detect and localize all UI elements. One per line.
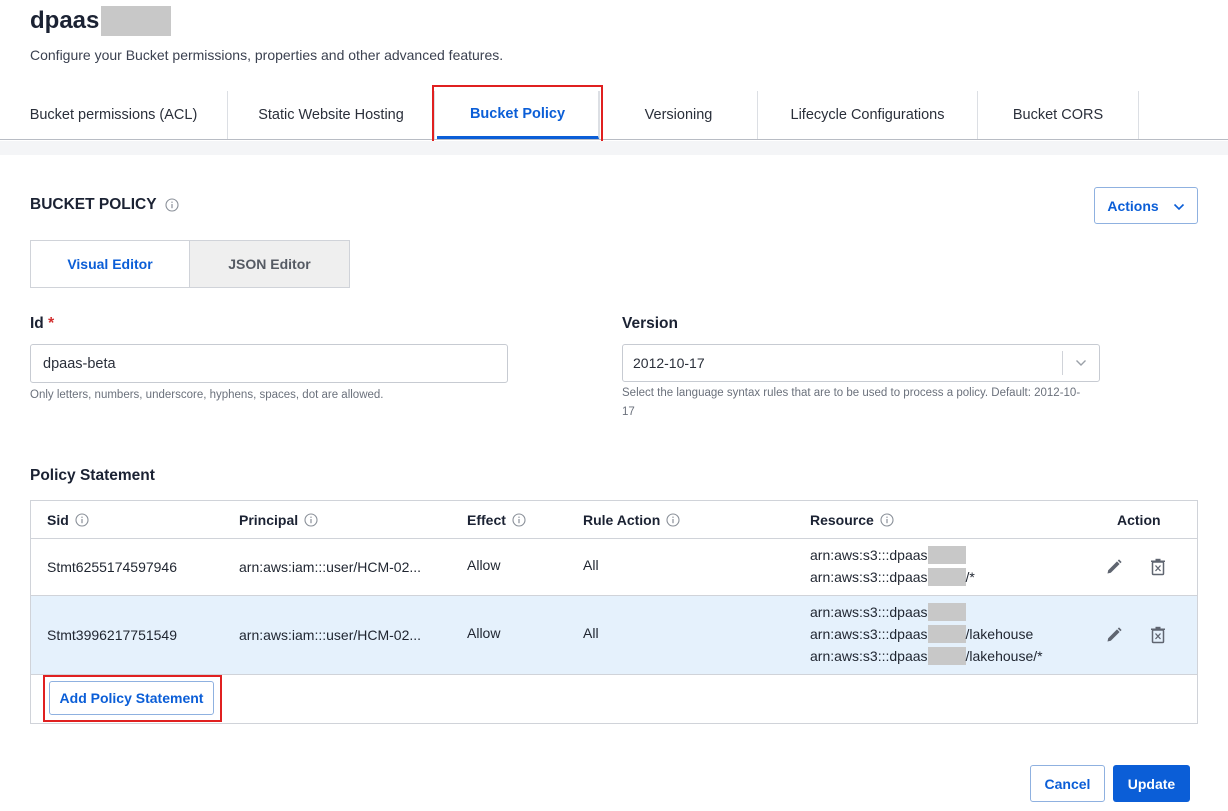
- redacted-text: [927, 568, 966, 586]
- chevron-down-icon: [1063, 359, 1099, 367]
- col-header-rule-action: Rule Action: [583, 501, 680, 539]
- header-text: Resource: [810, 512, 874, 528]
- table-row[interactable]: Stmt6255174597946 arn:aws:iam:::user/HCM…: [31, 539, 1197, 596]
- tab-bucket-cors[interactable]: Bucket CORS: [978, 91, 1139, 139]
- version-help-line: Select the language syntax rules that ar…: [622, 387, 1081, 399]
- header-text: Principal: [239, 512, 299, 528]
- bucket-name: dpaas: [30, 7, 100, 34]
- resource-line: arn:aws:s3:::dpaas: [810, 544, 975, 566]
- resource-suffix: /lakehouse: [965, 626, 1034, 642]
- resource-prefix: arn:aws:s3:::dpaas: [810, 626, 928, 642]
- tab-static-website-hosting[interactable]: Static Website Hosting: [228, 91, 435, 139]
- visual-editor-button[interactable]: Visual Editor: [30, 240, 190, 288]
- cell-effect: Allow: [467, 557, 501, 573]
- actions-dropdown-button[interactable]: Actions: [1094, 187, 1198, 224]
- id-help-text: Only letters, numbers, underscore, hyphe…: [30, 389, 384, 401]
- cell-principal: arn:aws:iam:::user/HCM-02...: [239, 559, 422, 575]
- tab-versioning[interactable]: Versioning: [599, 91, 758, 139]
- version-selected-value: 2012-10-17: [633, 355, 705, 371]
- id-input[interactable]: [30, 344, 508, 383]
- delete-trash-icon[interactable]: [1148, 557, 1168, 577]
- version-select[interactable]: 2012-10-17: [622, 344, 1100, 382]
- resource-line: arn:aws:s3:::dpaas/lakehouse: [810, 623, 1043, 645]
- edit-pencil-icon[interactable]: [1104, 557, 1124, 577]
- cell-rule-action: All: [583, 625, 599, 641]
- chevron-down-icon: [1173, 198, 1185, 214]
- redacted-text: [927, 546, 966, 564]
- col-header-resource: Resource: [810, 501, 894, 539]
- id-field-label: Id *: [30, 315, 54, 333]
- header-text: Sid: [47, 512, 69, 528]
- policy-statement-table: Sid Principal Effect Rule Action Resourc…: [30, 500, 1198, 724]
- tab-label: Bucket CORS: [1012, 107, 1104, 123]
- cell-sid: Stmt6255174597946: [47, 559, 177, 575]
- col-header-effect: Effect: [467, 501, 526, 539]
- edit-pencil-icon[interactable]: [1104, 625, 1124, 645]
- tab-lifecycle-configurations[interactable]: Lifecycle Configurations: [758, 91, 978, 139]
- cell-resource: arn:aws:s3:::dpaas arn:aws:s3:::dpaas/la…: [810, 601, 1043, 667]
- resource-suffix: /lakehouse/*: [965, 648, 1043, 664]
- info-icon[interactable]: [880, 513, 894, 527]
- info-icon[interactable]: [165, 198, 179, 212]
- cell-principal: arn:aws:iam:::user/HCM-02...: [239, 627, 422, 643]
- cancel-button[interactable]: Cancel: [1030, 765, 1105, 802]
- redacted-text: [927, 625, 966, 643]
- info-icon[interactable]: [304, 513, 318, 527]
- add-policy-statement-button[interactable]: Add Policy Statement: [49, 681, 214, 715]
- required-mark: *: [48, 315, 55, 332]
- info-icon[interactable]: [75, 513, 89, 527]
- resource-prefix: arn:aws:s3:::dpaas: [810, 547, 928, 563]
- resource-suffix: /*: [965, 569, 975, 585]
- tab-label: Lifecycle Configurations: [790, 107, 945, 123]
- section-title: BUCKET POLICY: [30, 196, 179, 214]
- col-header-sid: Sid: [47, 501, 89, 539]
- editor-mode-toggle: Visual Editor JSON Editor: [30, 240, 350, 288]
- version-field-label: Version: [622, 315, 678, 332]
- tab-bucket-policy[interactable]: Bucket Policy: [437, 91, 599, 139]
- info-icon[interactable]: [512, 513, 526, 527]
- section-title-text: BUCKET POLICY: [30, 196, 157, 213]
- redacted-bucket-suffix: [101, 6, 172, 36]
- table-row[interactable]: Stmt3996217751549 arn:aws:iam:::user/HCM…: [31, 596, 1197, 675]
- page-title: dpaas: [30, 6, 172, 36]
- json-editor-button[interactable]: JSON Editor: [190, 240, 350, 288]
- version-help-text: Select the language syntax rules that ar…: [622, 384, 1080, 422]
- policy-statement-title: Policy Statement: [30, 467, 155, 484]
- settings-tabs: Bucket permissions (ACL) Static Website …: [0, 91, 1228, 140]
- cell-resource: arn:aws:s3:::dpaas arn:aws:s3:::dpaas/*: [810, 544, 975, 588]
- redacted-text: [927, 647, 966, 665]
- col-header-principal: Principal: [239, 501, 318, 539]
- tab-bucket-permissions[interactable]: Bucket permissions (ACL): [0, 91, 228, 139]
- cell-sid: Stmt3996217751549: [47, 627, 177, 643]
- resource-prefix: arn:aws:s3:::dpaas: [810, 604, 928, 620]
- resource-line: arn:aws:s3:::dpaas/lakehouse/*: [810, 645, 1043, 667]
- tab-label: Bucket Policy: [469, 105, 566, 122]
- col-header-action: Action: [1117, 512, 1161, 528]
- delete-trash-icon[interactable]: [1148, 625, 1168, 645]
- page-subtitle: Configure your Bucket permissions, prope…: [30, 47, 504, 63]
- tab-label: Versioning: [644, 107, 713, 123]
- resource-line: arn:aws:s3:::dpaas /*: [810, 566, 975, 588]
- header-text: Rule Action: [583, 512, 661, 528]
- divider-band: [0, 141, 1228, 155]
- info-icon[interactable]: [666, 513, 680, 527]
- cell-rule-action: All: [583, 557, 599, 573]
- table-header: Sid Principal Effect Rule Action Resourc…: [31, 501, 1197, 539]
- redacted-text: [927, 603, 966, 621]
- actions-label: Actions: [1107, 197, 1159, 214]
- update-button[interactable]: Update: [1113, 765, 1190, 802]
- version-help-line: 17: [622, 406, 635, 418]
- id-label-text: Id: [30, 315, 44, 332]
- resource-prefix: arn:aws:s3:::dpaas: [810, 648, 928, 664]
- header-text: Effect: [467, 512, 506, 528]
- cell-effect: Allow: [467, 625, 501, 641]
- resource-line: arn:aws:s3:::dpaas: [810, 601, 1043, 623]
- tab-label: Static Website Hosting: [258, 107, 404, 123]
- tab-label: Bucket permissions (ACL): [29, 107, 198, 123]
- resource-prefix: arn:aws:s3:::dpaas: [810, 569, 928, 585]
